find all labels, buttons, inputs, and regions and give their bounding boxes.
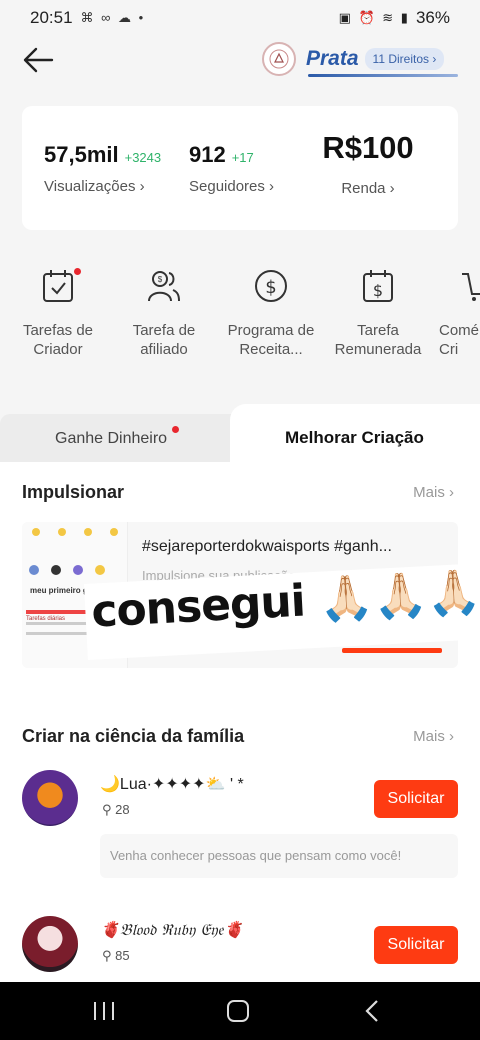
request-join-button[interactable]: Solicitar <box>374 780 458 818</box>
header: Prata 11 Direitos › <box>0 36 480 86</box>
thumb-subtitle: Tarefas diárias <box>26 616 66 622</box>
notification-dot <box>74 268 81 275</box>
followers-delta: +17 <box>231 150 254 165</box>
followers-value: 912 <box>189 142 226 167</box>
stat-views[interactable]: 57,5mil +3243 Visualizações › <box>44 142 161 195</box>
status-right: ▣ ⏰ ≋ ▮ 36% <box>339 8 450 28</box>
tier-name: Prata <box>306 47 359 70</box>
avatar <box>22 770 78 826</box>
family-group-item[interactable]: 🫀𝔅𝔩𝔬𝔬𝔡 ℜ𝔲𝔟𝔶 𝔈𝔶𝔢🫀 ⚲ 85 Solicitar <box>22 916 458 986</box>
chevron-right-icon: › <box>449 484 454 501</box>
income-value: R$100 <box>322 130 414 165</box>
tab-improve-creation[interactable]: Melhorar Criação <box>230 404 480 466</box>
boost-section-title: Impulsionar <box>22 482 125 502</box>
tool-paid-task[interactable]: $ Tarefa Remunerada <box>323 268 433 359</box>
svg-text:$: $ <box>265 277 276 298</box>
creator-tools: Tarefas de Criador $ Tarefa de afiliado … <box>0 268 480 368</box>
notification-dot <box>172 426 179 433</box>
stats-card: 57,5mil +3243 Visualizações › 912 +17 Segu… <box>22 106 458 230</box>
views-value: 57,5mil <box>44 142 119 167</box>
battery-level: 36% <box>415 8 450 27</box>
tool-label: Comé Cri <box>439 322 480 358</box>
tier-benefits-pill[interactable]: 11 Direitos › <box>364 48 445 70</box>
group-name: 🌙Lua·✦✦✦✦⛅ ' * <box>100 776 244 793</box>
tool-affiliate-task[interactable]: $ Tarefa de afiliado <box>109 268 219 359</box>
tab-improve-label: Melhorar Criação <box>285 428 424 447</box>
stat-followers[interactable]: 912 +17 Seguidores › <box>189 142 274 195</box>
tab-bar: Ganhe Dinheiro Melhorar Criação <box>0 404 480 466</box>
people-dollar-icon: $ <box>148 271 180 302</box>
svg-text:$: $ <box>373 281 383 300</box>
chevron-right-icon: › <box>449 728 454 745</box>
cart-icon <box>462 273 480 301</box>
member-count: 28 <box>115 802 130 817</box>
stat-income[interactable]: R$100 Renda › <box>313 130 423 197</box>
group-member-count: ⚲ 28 <box>102 802 130 818</box>
request-join-button[interactable]: Solicitar <box>374 926 458 964</box>
tier-progress-bar <box>308 74 458 77</box>
tool-label: Tarefas de Criador <box>22 322 94 358</box>
tool-creator-tasks[interactable]: Tarefas de Criador <box>3 268 113 359</box>
content-panel: Impulsionar Mais › meu primeiro ganho Ta… <box>0 462 480 982</box>
dollar-circle-icon: $ <box>255 270 287 302</box>
followers-label: Seguidores › <box>189 178 275 195</box>
tool-commerce[interactable]: Comé Cri <box>430 268 480 359</box>
views-label: Visualizações › <box>44 178 145 195</box>
status-system-icons: ▣ ⏰ ≋ ▮ <box>338 10 410 25</box>
tool-label: Tarefa de afiliado <box>132 322 196 358</box>
boost-card-title: #sejareporterdokwaisports #ganh... <box>142 538 392 555</box>
creator-tier[interactable]: Prata 11 Direitos › <box>262 42 445 76</box>
svg-text:$: $ <box>158 275 163 284</box>
group-member-count: ⚲ 85 <box>102 948 130 964</box>
person-icon: ⚲ <box>102 802 112 817</box>
tab-earn-money[interactable]: Ganhe Dinheiro <box>0 414 250 466</box>
recent-apps-icon[interactable] <box>92 1000 116 1022</box>
boost-more-link[interactable]: Mais › <box>413 484 454 501</box>
income-label: Renda › <box>341 180 395 197</box>
creator-badge-logo <box>262 42 296 76</box>
more-label: Mais <box>413 484 445 501</box>
family-section-title: Criar na ciência da família <box>22 726 245 746</box>
calendar-check-icon <box>43 270 73 302</box>
more-label: Mais <box>413 728 445 745</box>
badge-emblem-icon <box>269 49 289 69</box>
home-icon[interactable] <box>226 999 250 1023</box>
back-nav-icon[interactable] <box>364 999 380 1023</box>
group-description: Venha conhecer pessoas que pensam como v… <box>100 834 458 878</box>
group-name: 🫀𝔅𝔩𝔬𝔬𝔡 ℜ𝔲𝔟𝔶 𝔈𝔶𝔢🫀 <box>100 920 244 939</box>
status-bar: 20:51 ⌘ ∞ ☁ • ▣ ⏰ ≋ ▮ 36% <box>0 0 480 36</box>
system-nav-bar <box>0 982 480 1040</box>
avatar <box>22 916 78 972</box>
calendar-dollar-icon: $ <box>363 270 393 302</box>
back-arrow-icon[interactable] <box>22 46 54 74</box>
family-more-link[interactable]: Mais › <box>413 728 454 745</box>
person-icon: ⚲ <box>102 948 112 963</box>
views-delta: +3243 <box>124 150 162 165</box>
family-group-item[interactable]: 🌙Lua·✦✦✦✦⛅ ' * ⚲ 28 Solicitar Venha conh… <box>22 770 458 890</box>
tool-revenue-program[interactable]: $ Programa de Receita... <box>216 268 326 359</box>
status-notification-icons: ⌘ ∞ ☁ • <box>80 10 146 25</box>
status-time: 20:51 <box>30 8 73 27</box>
tool-label: Tarefa Remunerada <box>334 322 422 358</box>
member-count: 85 <box>115 948 130 963</box>
tab-earn-label: Ganhe Dinheiro <box>55 430 168 447</box>
tool-label: Programa de Receita... <box>227 322 315 358</box>
